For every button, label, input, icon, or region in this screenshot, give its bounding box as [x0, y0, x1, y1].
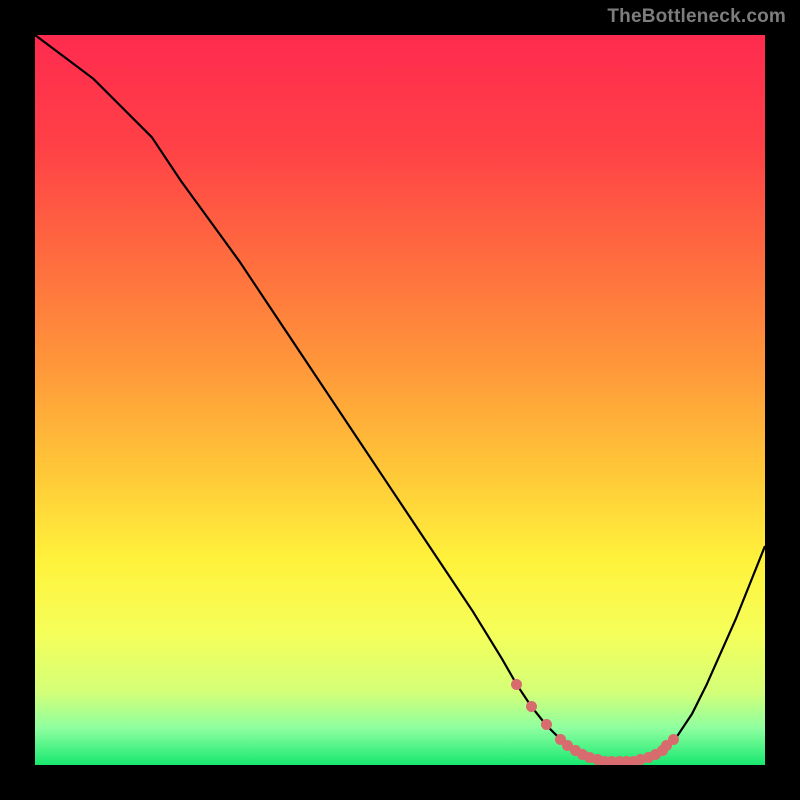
plot-area [35, 35, 765, 765]
attribution-label: TheBottleneck.com [607, 6, 786, 28]
chart-stage: TheBottleneck.com [0, 0, 800, 800]
gradient-background [35, 35, 765, 765]
optimum-marker [526, 701, 537, 712]
optimum-marker [541, 719, 552, 730]
